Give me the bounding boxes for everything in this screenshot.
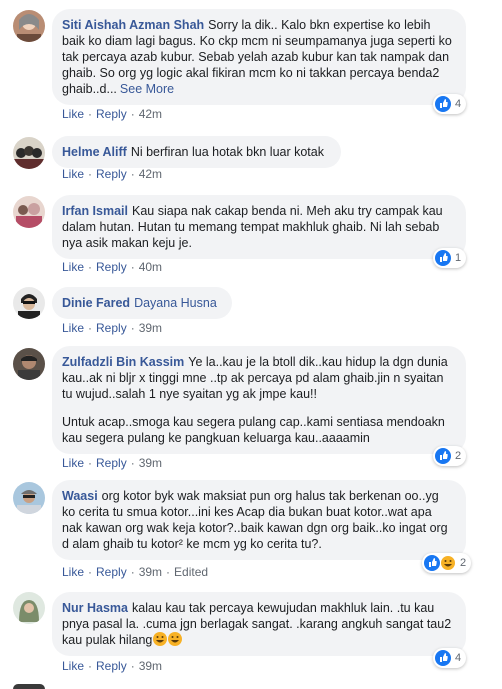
reply-link[interactable]: Reply bbox=[96, 321, 127, 335]
like-reaction-icon bbox=[435, 650, 451, 666]
avatar[interactable] bbox=[13, 10, 45, 42]
comment-actions: Like · Reply · 39m bbox=[62, 659, 163, 673]
reply-link[interactable]: Reply bbox=[96, 260, 127, 274]
comment-bubble: Irfan Ismail Kau siapa nak cakap benda ni… bbox=[52, 195, 466, 259]
comment-bubble: Helme Aliff Ni berfiran lua hotak bkn lua… bbox=[52, 136, 341, 168]
like-link[interactable]: Like bbox=[62, 565, 84, 579]
comment-actions: Like · Reply · 42m bbox=[62, 107, 163, 121]
comment-actions: Like · Reply · 39m · Edited bbox=[62, 565, 209, 579]
like-reaction-icon bbox=[424, 555, 440, 571]
comment-bubble: Siti Aishah Azman Shah Sorry la dik.. Kal… bbox=[52, 9, 466, 105]
avatar[interactable] bbox=[13, 348, 45, 380]
reaction-count[interactable]: 4 bbox=[433, 94, 467, 114]
like-link[interactable]: Like bbox=[62, 659, 84, 673]
haha-reaction-icon bbox=[440, 555, 456, 571]
see-more-link[interactable]: See More bbox=[120, 82, 174, 96]
comment-time[interactable]: 42m bbox=[139, 167, 162, 181]
reaction-count[interactable]: 4 bbox=[433, 648, 467, 668]
like-link[interactable]: Like bbox=[62, 167, 84, 181]
comment-text: Ni berfiran lua hotak bkn luar kotak bbox=[130, 145, 324, 159]
comment-time[interactable]: 39m bbox=[139, 659, 162, 673]
tagged-user[interactable]: Dayana Husna bbox=[134, 296, 217, 310]
reply-link[interactable]: Reply bbox=[96, 107, 127, 121]
avatar[interactable] bbox=[13, 592, 45, 624]
reaction-count[interactable]: 2 bbox=[422, 553, 472, 573]
comment-author[interactable]: Irfan Ismail bbox=[62, 204, 128, 218]
avatar[interactable] bbox=[13, 137, 45, 169]
like-reaction-icon bbox=[435, 448, 451, 464]
comment-author[interactable]: Waasi bbox=[62, 489, 98, 503]
comment-actions: Like · Reply · 40m bbox=[62, 260, 163, 274]
comment-actions: Like · Reply · 42m bbox=[62, 167, 163, 181]
like-link[interactable]: Like bbox=[62, 456, 84, 470]
comment-author[interactable]: Helme Aliff bbox=[62, 145, 127, 159]
reaction-count[interactable]: 2 bbox=[433, 446, 467, 466]
comment-time[interactable]: 40m bbox=[139, 260, 162, 274]
comment-actions: Like · Reply · 39m bbox=[62, 456, 163, 470]
like-reaction-icon bbox=[435, 250, 451, 266]
like-link[interactable]: Like bbox=[62, 260, 84, 274]
laughing-emoji-icon bbox=[153, 632, 168, 646]
comment-bubble: Dinie Fared Dayana Husna bbox=[52, 287, 232, 319]
comment-text-paragraph: Untuk acap..smoga kau segera pulang cap.… bbox=[62, 415, 445, 445]
reply-link[interactable]: Reply bbox=[96, 167, 127, 181]
comment-author[interactable]: Dinie Fared bbox=[62, 296, 130, 310]
comment-text: org kotor byk wak maksiat pun org halus … bbox=[62, 489, 448, 551]
comment-time[interactable]: 39m bbox=[139, 321, 162, 335]
like-link[interactable]: Like bbox=[62, 321, 84, 335]
reply-link[interactable]: Reply bbox=[96, 565, 127, 579]
comment-bubble: Nur Hasma kalau kau tak percaya kewujudan… bbox=[52, 592, 466, 656]
reaction-count[interactable]: 1 bbox=[433, 248, 467, 268]
comment-bubble: Zulfadzli Bin Kassim Ye la..kau je la bto… bbox=[52, 346, 466, 454]
comment-time[interactable]: 42m bbox=[139, 107, 162, 121]
reply-link[interactable]: Reply bbox=[96, 659, 127, 673]
comment-author[interactable]: Siti Aishah Azman Shah bbox=[62, 18, 204, 32]
edited-label[interactable]: Edited bbox=[174, 565, 208, 579]
laughing-emoji-icon bbox=[168, 632, 183, 646]
avatar[interactable] bbox=[13, 482, 45, 514]
like-link[interactable]: Like bbox=[62, 107, 84, 121]
comment-author[interactable]: Zulfadzli Bin Kassim bbox=[62, 355, 184, 369]
comment-bubble: Waasi org kotor byk wak maksiat pun org h… bbox=[52, 480, 466, 560]
comment-author[interactable]: Nur Hasma bbox=[62, 601, 128, 615]
comment-actions: Like · Reply · 39m bbox=[62, 321, 163, 335]
avatar[interactable] bbox=[13, 196, 45, 228]
avatar[interactable] bbox=[13, 287, 45, 319]
reply-link[interactable]: Reply bbox=[96, 456, 127, 470]
comment-time[interactable]: 39m bbox=[139, 565, 162, 579]
like-reaction-icon bbox=[435, 96, 451, 112]
avatar[interactable] bbox=[13, 684, 45, 689]
comment-time[interactable]: 39m bbox=[139, 456, 162, 470]
